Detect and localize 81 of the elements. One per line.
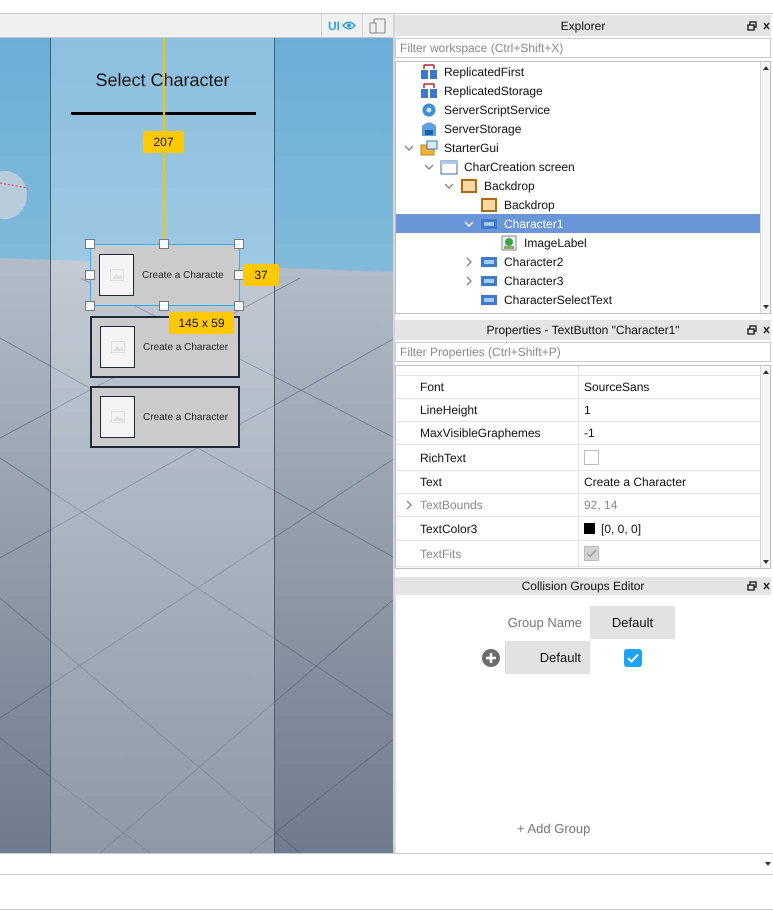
replicated-storage-icon [420, 82, 438, 98]
property-checkbox[interactable] [584, 450, 599, 465]
resize-handle[interactable] [159, 239, 169, 249]
offset-label: 37 [243, 264, 279, 286]
image-icon [500, 234, 518, 250]
checkmark-icon [586, 549, 597, 558]
group-column-header: Default [590, 606, 675, 639]
property-name: TextBounds [420, 498, 483, 512]
property-name: Text [420, 475, 442, 489]
property-value[interactable]: -1 [584, 426, 595, 440]
resize-handle[interactable] [234, 270, 244, 280]
close-icon[interactable] [763, 326, 770, 334]
resize-handle[interactable] [159, 301, 169, 311]
group-name[interactable]: Default [505, 641, 590, 674]
property-name: LineHeight [420, 403, 478, 417]
resize-handle[interactable] [85, 239, 95, 249]
tree-item[interactable]: ServerScriptService [396, 100, 760, 119]
resize-handle[interactable] [85, 270, 95, 280]
expand-caret-icon[interactable] [424, 162, 434, 172]
property-name: TextFits [420, 546, 462, 560]
resize-handle[interactable] [85, 301, 95, 311]
tree-item[interactable]: ReplicatedStorage [396, 81, 760, 100]
device-icon[interactable] [369, 18, 387, 34]
property-value[interactable]: [0, 0, 0] [601, 522, 642, 536]
replicated-storage-icon [420, 64, 438, 80]
property-name: Font [420, 380, 444, 394]
property-name: TextColor3 [420, 522, 478, 536]
frame-icon [460, 178, 478, 194]
eye-icon [342, 21, 356, 30]
undock-icon[interactable] [747, 581, 757, 591]
gui-text-button[interactable]: Create a Character [90, 386, 240, 448]
frame-icon [480, 196, 498, 212]
close-icon[interactable] [763, 22, 770, 30]
scrollbar[interactable] [760, 62, 770, 313]
expand-caret-icon[interactable] [404, 142, 414, 152]
tree-item[interactable]: ReplicatedFirst [396, 62, 760, 81]
add-group-button[interactable]: + Add Group [517, 821, 590, 836]
filter-field[interactable]: Filter Properties (Ctrl+Shift+P) [395, 342, 771, 362]
scroll-down-icon[interactable] [762, 560, 768, 564]
filter-field[interactable]: Filter workspace (Ctrl+Shift+X) [395, 38, 771, 58]
scrollbar[interactable] [760, 366, 770, 568]
panel-title: Properties - TextButton "Character1" [486, 323, 680, 337]
property-value[interactable]: 1 [584, 403, 591, 417]
collapse-caret-icon[interactable] [464, 256, 474, 266]
scroll-up-icon[interactable] [762, 66, 768, 70]
undock-icon[interactable] [747, 325, 757, 335]
resize-handle[interactable] [234, 239, 244, 249]
checkmark-icon [626, 652, 638, 662]
scroll-down-icon[interactable] [762, 305, 768, 309]
tree-item[interactable]: Backdrop [396, 195, 760, 214]
add-icon[interactable] [482, 648, 500, 666]
color-swatch[interactable] [584, 523, 595, 534]
distance-label: 207 [143, 131, 184, 153]
expand-caret-icon[interactable] [464, 218, 474, 228]
gui-text-button[interactable]: Create a Characte [90, 244, 240, 306]
tree-item[interactable]: ServerStorage [396, 119, 760, 138]
collision-checkbox[interactable] [624, 648, 642, 666]
panel-title: Collision Groups Editor [522, 579, 644, 593]
close-icon[interactable] [763, 582, 770, 590]
window-icon [440, 158, 458, 174]
resize-handle[interactable] [234, 301, 244, 311]
expand-caret-icon[interactable] [444, 180, 454, 190]
property-value[interactable]: SourceSans [584, 380, 650, 394]
property-name: RichText [420, 450, 466, 464]
panel-title: Explorer [560, 18, 606, 32]
tree-item[interactable]: Backdrop [396, 176, 760, 195]
folder-window-icon [420, 140, 438, 156]
scroll-up-icon[interactable] [762, 370, 768, 374]
undock-icon[interactable] [747, 20, 757, 30]
tree-item[interactable]: CharacterSelectText [396, 290, 760, 309]
tree-item[interactable]: Character3 [396, 271, 760, 290]
tree-item[interactable]: ImageLabel [396, 233, 760, 252]
tree-item[interactable]: Character2 [396, 252, 760, 271]
property-name: MaxVisibleGraphemes [420, 426, 540, 440]
property-value[interactable]: Create a Character [584, 475, 686, 489]
dropdown-arrow-icon[interactable] [765, 862, 771, 866]
column-label: Group Name [508, 615, 583, 630]
tree-item[interactable]: StarterGui [396, 138, 760, 157]
tree-item[interactable]: CharCreation screen [396, 157, 760, 176]
size-label: 145 x 59 [169, 312, 234, 334]
collapse-caret-icon[interactable] [464, 276, 474, 286]
